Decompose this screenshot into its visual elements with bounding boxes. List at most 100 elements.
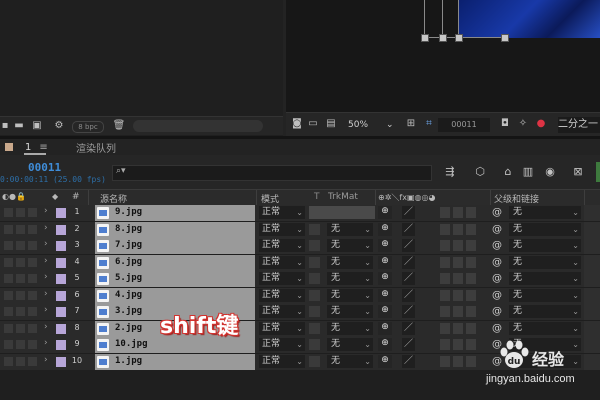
- column-parent-link[interactable]: 父级和链接: [494, 192, 539, 205]
- preserve-transparency-toggle[interactable]: [309, 240, 320, 251]
- parent-pick-whip-icon[interactable]: @: [491, 322, 503, 335]
- solo-toggle[interactable]: [16, 224, 25, 234]
- parent-pick-whip-icon[interactable]: @: [491, 272, 503, 285]
- layer-label-color[interactable]: [56, 340, 66, 350]
- blend-mode-select[interactable]: 正常 ⌄: [259, 272, 305, 285]
- parent-select[interactable]: 无⌄: [509, 272, 581, 285]
- shy-switch-icon[interactable]: ⊕: [378, 255, 392, 269]
- switch-box[interactable]: [453, 355, 463, 367]
- lock-toggle[interactable]: [28, 340, 37, 349]
- column-trkmat[interactable]: TrkMat: [328, 192, 358, 202]
- switch-box[interactable]: [440, 355, 450, 367]
- switch-box[interactable]: [466, 322, 476, 334]
- shy-switch-icon[interactable]: ⊕: [378, 321, 392, 335]
- color-channel-icon[interactable]: ●: [534, 118, 548, 130]
- preserve-transparency-toggle[interactable]: [309, 289, 320, 301]
- switch-box[interactable]: [466, 273, 476, 284]
- transform-handle[interactable]: [455, 34, 463, 42]
- expand-arrow-icon[interactable]: ›: [44, 206, 48, 216]
- draft-3d-icon[interactable]: ⬡: [472, 165, 488, 179]
- layer-search-input[interactable]: ⌕▾: [112, 165, 432, 181]
- trkmat-select[interactable]: 无 ⌄: [327, 288, 373, 302]
- lock-toggle[interactable]: [28, 224, 37, 234]
- layer-row[interactable]: › 7 3.jpg 正常 ⌄ 无 ⌄ ⊕ ／ @ 无 ⌄: [0, 304, 600, 321]
- layer-name-cell[interactable]: 1.jpg: [95, 353, 255, 370]
- quality-switch[interactable]: ／: [402, 222, 415, 236]
- resolution-select[interactable]: 二分之一: [558, 117, 600, 133]
- switch-box[interactable]: [440, 322, 450, 334]
- blend-mode-select[interactable]: 正常 ⌄: [259, 354, 305, 368]
- lock-toggle[interactable]: [28, 356, 37, 366]
- shy-switch-icon[interactable]: ⊕: [378, 239, 392, 252]
- blend-mode-select[interactable]: 正常 ⌄: [259, 305, 305, 318]
- solo-toggle[interactable]: [16, 274, 25, 283]
- parent-pick-whip-icon[interactable]: @: [491, 239, 503, 252]
- column-t[interactable]: T: [314, 192, 320, 202]
- switch-box[interactable]: [440, 207, 450, 218]
- switch-box[interactable]: [466, 223, 476, 235]
- column-source-name[interactable]: 源名称: [100, 192, 127, 205]
- video-toggle[interactable]: [4, 323, 13, 333]
- expand-arrow-icon[interactable]: ›: [44, 305, 48, 315]
- lock-toggle[interactable]: [28, 257, 37, 267]
- display-icon[interactable]: ▤: [324, 118, 338, 130]
- switch-box[interactable]: [440, 306, 450, 317]
- layer-label-color[interactable]: [56, 290, 66, 301]
- lock-toggle[interactable]: [28, 290, 37, 300]
- lock-toggle[interactable]: [28, 323, 37, 333]
- quality-switch[interactable]: ／: [402, 206, 415, 219]
- lock-toggle[interactable]: [28, 274, 37, 283]
- trash-icon[interactable]: 🗑: [112, 120, 126, 132]
- shy-switch-icon[interactable]: ⊕: [378, 222, 392, 236]
- parent-select[interactable]: 无⌄: [509, 305, 581, 318]
- composition-viewer[interactable]: [286, 0, 600, 112]
- transform-handle[interactable]: [439, 34, 447, 42]
- lock-toggle[interactable]: [28, 307, 37, 316]
- layer-label-color[interactable]: [56, 307, 66, 317]
- switch-box[interactable]: [466, 256, 476, 268]
- solo-toggle[interactable]: [16, 307, 25, 316]
- bit-depth-button[interactable]: 8 bpc: [72, 121, 104, 133]
- parent-pick-whip-icon[interactable]: @: [491, 289, 503, 302]
- preserve-transparency-toggle[interactable]: [309, 322, 320, 334]
- transform-handle[interactable]: [421, 34, 429, 42]
- trkmat-select[interactable]: 无 ⌄: [327, 305, 373, 318]
- expand-arrow-icon[interactable]: ›: [44, 239, 48, 249]
- current-time-display[interactable]: 00011: [28, 161, 61, 174]
- project-scroll-bar[interactable]: [133, 120, 263, 132]
- expand-arrow-icon[interactable]: ›: [44, 272, 48, 282]
- preserve-transparency-toggle[interactable]: [309, 355, 320, 367]
- layer-name-cell[interactable]: 7.jpg: [95, 238, 255, 254]
- preserve-transparency-toggle[interactable]: [309, 256, 320, 268]
- shy-switch-icon[interactable]: ⊕: [378, 354, 392, 368]
- viewer-timecode[interactable]: 00011: [438, 118, 490, 132]
- layer-label-color[interactable]: [56, 241, 66, 251]
- monitor-icon[interactable]: ▭: [306, 118, 320, 130]
- switch-box[interactable]: [466, 207, 476, 218]
- switch-box[interactable]: [466, 289, 476, 301]
- shy-switch-icon[interactable]: ⊕: [378, 206, 392, 219]
- switch-box[interactable]: [440, 256, 450, 268]
- switch-box[interactable]: [453, 223, 463, 235]
- solo-toggle[interactable]: [16, 340, 25, 349]
- layer-name-cell[interactable]: 5.jpg: [95, 271, 255, 287]
- layer-label-color[interactable]: [56, 323, 66, 334]
- show-snapshot-icon[interactable]: ✧: [516, 118, 530, 130]
- layer-row[interactable]: › 3 7.jpg 正常 ⌄ 无 ⌄ ⊕ ／ @ 无 ⌄: [0, 238, 600, 255]
- solo-toggle[interactable]: [16, 323, 25, 333]
- trkmat-select[interactable]: 无 ⌄: [327, 272, 373, 285]
- layer-label-color[interactable]: [56, 257, 66, 268]
- zoom-select[interactable]: 50% ⌄: [348, 118, 398, 132]
- switch-box[interactable]: [440, 273, 450, 284]
- blend-mode-select[interactable]: 正常 ⌄: [259, 321, 305, 335]
- layer-row[interactable]: › 6 4.jpg 正常 ⌄ 无 ⌄ ⊕ ／ @ 无 ⌄: [0, 287, 600, 305]
- blend-mode-select[interactable]: 正常 ⌄: [259, 338, 305, 351]
- parent-pick-whip-icon[interactable]: @: [491, 256, 503, 269]
- blend-mode-select[interactable]: 正常 ⌄: [259, 255, 305, 269]
- frame-blending-icon[interactable]: ▥: [520, 165, 536, 179]
- layer-label-color[interactable]: [56, 224, 66, 235]
- solo-toggle[interactable]: [16, 257, 25, 267]
- region-of-interest-icon[interactable]: ⌗: [422, 118, 436, 130]
- video-toggle[interactable]: [4, 307, 13, 316]
- switch-box[interactable]: [453, 306, 463, 317]
